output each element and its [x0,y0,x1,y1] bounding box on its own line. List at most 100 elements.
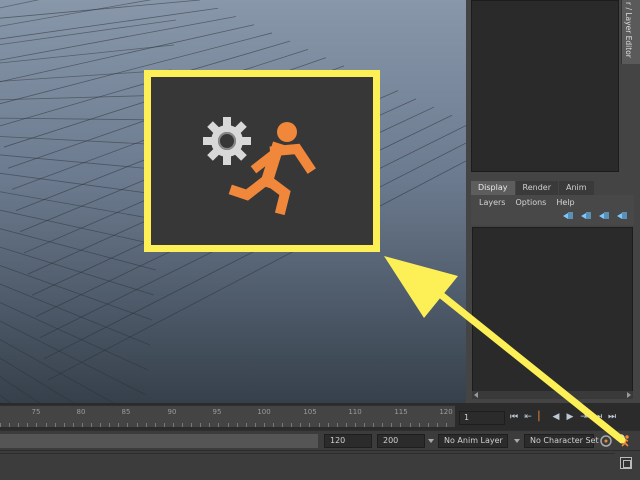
step-forward-frame-icon[interactable]: ⇥ [579,412,589,422]
tick-mark [109,423,111,427]
tick-mark [273,423,274,427]
new-empty-layer-icon[interactable] [599,212,610,219]
playback-end-field[interactable]: 200 [377,434,425,448]
tick-mark [182,423,183,427]
tick-mark [382,423,384,427]
tick-mark [63,423,65,427]
tick-mark [145,423,147,427]
tick-label: 120 [439,408,453,416]
end-time-field[interactable]: 120 [324,434,372,448]
layer-list[interactable] [472,227,633,397]
animation-preferences-icon[interactable] [616,433,632,449]
tick-mark [172,423,174,427]
menu-layers[interactable]: Layers [479,198,505,207]
move-layer-up-icon[interactable] [563,212,574,219]
tick-mark [0,423,1,427]
tick-mark [318,423,320,427]
go-to-end-icon[interactable]: ⏭ [607,412,617,422]
command-line-divider [0,453,615,454]
menu-options[interactable]: Options [515,198,546,207]
anim-layer-selector[interactable]: No Anim Layer [438,434,508,448]
layer-horizontal-scrollbar[interactable] [472,391,633,399]
range-slider-row: 120 200 No Anim Layer No Character Set [0,430,640,450]
tick-mark [236,423,238,427]
command-line-row [0,451,640,480]
tick-mark [27,423,29,427]
step-forward-key-icon[interactable]: ⏭ [593,412,603,422]
character-set-dropdown-icon[interactable] [514,439,520,443]
current-frame-field[interactable]: 1 [459,411,505,425]
tick-mark [209,423,211,427]
channel-box-layer-editor: r / Layer Editor Display Render Anim Lay… [466,0,640,403]
play-forwards-icon[interactable]: ▶ [565,412,575,422]
tick-mark [418,423,420,427]
step-back-key-icon[interactable]: ⇤ [523,412,533,422]
tick-mark [227,423,229,427]
tick-mark [72,423,74,427]
script-editor-icon[interactable] [620,457,632,469]
range-slider-bar[interactable] [0,434,318,448]
tick-mark [245,423,247,427]
tick-mark [136,423,138,427]
tick-mark [436,423,438,427]
tick-mark [364,423,365,427]
tick-mark [345,423,347,427]
move-layer-down-icon[interactable] [581,212,592,219]
tab-anim[interactable]: Anim [558,181,594,195]
menu-help[interactable]: Help [556,198,574,207]
tick-label: 90 [167,408,177,416]
tick-mark [409,423,411,427]
tick-mark [18,423,20,427]
tick-mark [81,423,83,427]
auto-keyframe-toggle-icon [203,117,316,216]
scroll-right-icon[interactable] [627,392,631,398]
time-slider[interactable]: 75 80 85 90 95 100 105 110 115 120 [0,405,455,427]
tick-label: 85 [121,408,131,416]
tick-label: 100 [257,408,271,416]
tick-mark [54,423,56,427]
tick-mark [309,423,311,427]
tick-mark [291,423,293,427]
scroll-left-icon[interactable] [474,392,478,398]
tick-mark [127,423,129,427]
tick-label: 95 [212,408,222,416]
tick-mark [200,423,202,427]
tick-mark [36,423,38,427]
tab-display[interactable]: Display [471,181,515,195]
tick-mark [327,423,329,427]
tick-mark [91,423,92,427]
layer-menubar: Layers Options Help [471,195,634,225]
layer-editor-side-tab[interactable]: r / Layer Editor [621,0,640,64]
tick-mark [218,423,220,427]
new-layer-selected-icon[interactable] [617,212,628,219]
tick-mark [391,423,393,427]
tick-mark [354,423,356,427]
tick-mark [154,423,156,427]
tick-label: 75 [31,408,41,416]
tick-mark [45,423,47,427]
tick-mark [445,423,447,427]
tick-label: 105 [303,408,317,416]
tick-mark [118,423,120,427]
tick-mark [163,423,165,427]
anim-layer-dropdown-icon[interactable] [428,439,434,443]
zoom-callout [144,70,380,252]
tick-mark [282,423,284,427]
tick-mark [300,423,302,427]
channel-box-area [471,0,619,172]
tick-mark [427,423,429,427]
tick-mark [373,423,375,427]
step-back-frame-icon[interactable]: ▏ [537,412,547,422]
playback-controls: ⏮ ⇤ ▏ ◀ ▶ ⇥ ⏭ ⏭ [509,410,617,424]
character-set-selector[interactable]: No Character Set [524,434,599,448]
tab-render[interactable]: Render [515,181,558,195]
layer-tabs: Display Render Anim [471,181,595,195]
go-to-start-icon[interactable]: ⏮ [509,412,519,422]
tick-label: 80 [76,408,86,416]
tick-mark [336,423,338,427]
auto-key-toggle-icon[interactable] [599,434,613,448]
tick-label: 110 [348,408,362,416]
tick-label: 115 [394,408,408,416]
play-backwards-icon[interactable]: ◀ [551,412,561,422]
tick-mark [254,423,256,427]
